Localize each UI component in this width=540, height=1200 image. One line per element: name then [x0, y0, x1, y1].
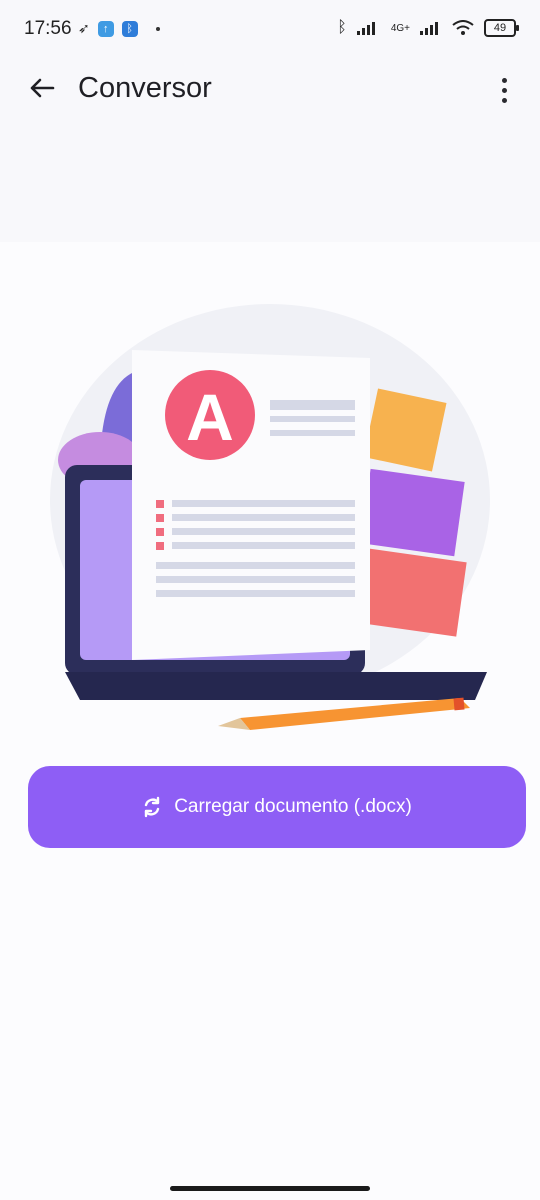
more-notifications-dot [155, 26, 160, 31]
bluetooth-icon: ᛒ [337, 19, 347, 36]
app-bar: Conversor [0, 60, 540, 120]
document-letter: A [186, 380, 234, 454]
document-illustration: A [50, 304, 490, 730]
upload-document-button[interactable]: Carregar documento (.docx) [28, 766, 526, 848]
arrow-left-icon [30, 78, 55, 98]
location-arrow-icon: ➶ [78, 20, 90, 36]
status-system-icons: ᛒ 4G+ 49 [337, 19, 519, 37]
network-type-label: 4G+ [390, 22, 410, 34]
battery-icon: 49 [484, 19, 519, 37]
more-vert-dot [501, 97, 507, 103]
bluetooth-app-icon: ᛒ [121, 20, 138, 37]
app-upload-icon: ↑ [97, 20, 114, 37]
back-button[interactable] [24, 70, 60, 106]
sync-icon [144, 796, 160, 818]
battery-level: 49 [493, 22, 507, 34]
gesture-navigation-bar[interactable] [170, 1186, 370, 1191]
status-notification-icons: ➶ ↑ ᛒ [78, 20, 160, 37]
page-title: Conversor [78, 72, 212, 104]
more-options-button[interactable] [492, 72, 516, 108]
signal-icon-2 [420, 22, 438, 35]
wifi-icon [452, 20, 474, 35]
signal-icon [356, 22, 375, 35]
more-vert-dot [501, 77, 507, 83]
upload-document-label: Carregar documento (.docx) [174, 796, 412, 817]
status-time: 17:56 [24, 18, 72, 39]
more-vert-dot [501, 87, 507, 93]
status-bar: 17:56 ➶ ↑ ᛒ ᛒ 4G+ 49 [0, 0, 540, 60]
